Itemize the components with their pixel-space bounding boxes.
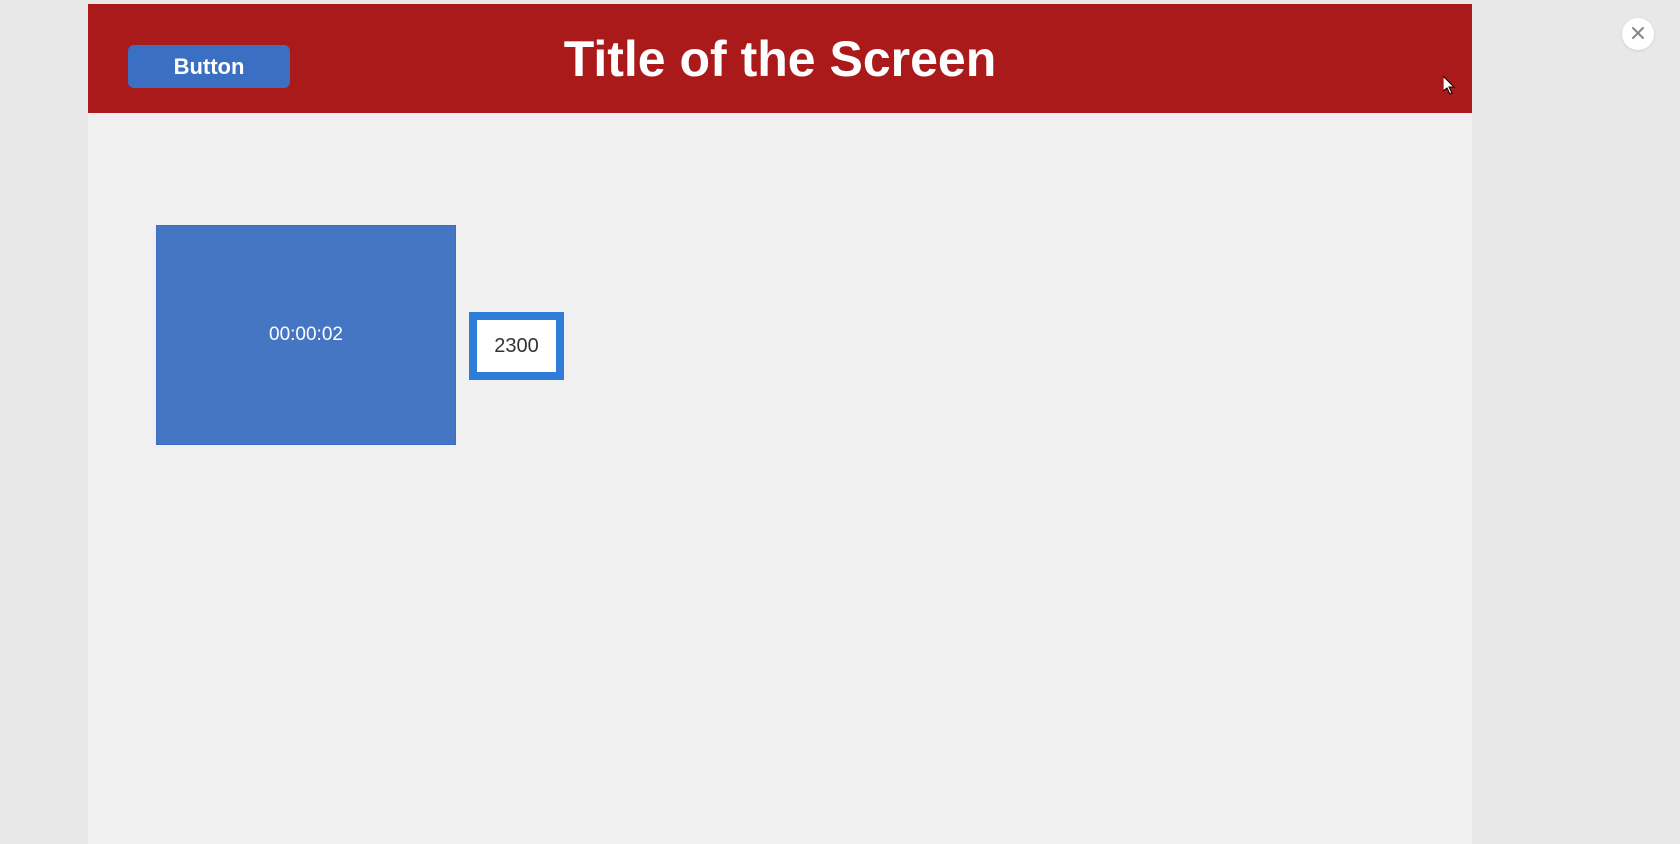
close-icon (1631, 26, 1645, 43)
page-title: Title of the Screen (564, 30, 997, 88)
close-button[interactable] (1622, 18, 1654, 50)
timer-card[interactable]: 00:00:02 (156, 225, 456, 445)
app-window: Button Title of the Screen 00:00:02 2300 (88, 4, 1472, 844)
timer-value: 00:00:02 (269, 324, 343, 346)
header-bar: Button Title of the Screen (88, 4, 1472, 113)
number-value: 2300 (494, 335, 539, 358)
header-button[interactable]: Button (128, 45, 290, 88)
number-box[interactable]: 2300 (469, 312, 564, 380)
content-area: 00:00:02 2300 (88, 113, 1472, 844)
